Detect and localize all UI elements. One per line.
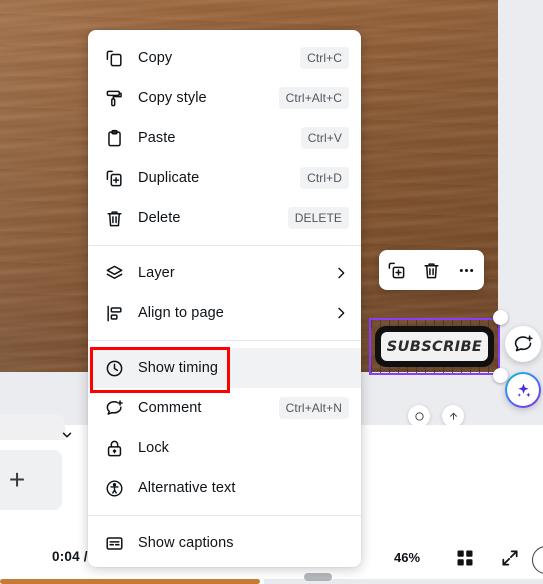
menu-label: Show captions [138,535,234,551]
trash-icon [424,262,439,278]
position-icon [449,412,457,420]
lock-icon [102,436,126,460]
editor-root: SUBSCRIBE + 0:04 / 0:1 46% Copy Ctrl+C C… [0,0,543,584]
menu-item-duplicate[interactable]: Duplicate Ctrl+D [88,158,361,198]
menu-shortcut: Ctrl+Alt+N [278,397,349,419]
element-floating-toolbar [379,250,484,290]
fullscreen-icon[interactable] [500,548,520,568]
resize-handle-bottom-right[interactable] [493,368,508,383]
menu-label: Show timing [138,360,219,376]
clock-icon [102,356,126,380]
menu-item-paste[interactable]: Paste Ctrl+V [88,118,361,158]
duplicate-button[interactable] [383,256,411,284]
magic-sparkle-icon [516,383,531,397]
duplicate-icon [388,262,405,278]
menu-label: Delete [138,210,181,226]
comment-button[interactable] [505,326,541,362]
subscribe-label: SUBSCRIBE [386,338,483,355]
accessibility-icon [102,476,126,500]
menu-label: Paste [138,130,176,146]
clipboard-icon [102,126,126,150]
trash-icon [102,206,126,230]
scrollbar-thumb[interactable] [0,579,260,584]
menu-label: Alternative text [138,480,236,496]
menu-label: Layer [138,265,175,281]
menu-label: Copy style [138,90,207,106]
menu-item-delete[interactable]: Delete DELETE [88,198,361,238]
zoom-level[interactable]: 46% [394,550,420,565]
add-page-label: + [8,464,26,495]
layers-icon [102,261,126,285]
selected-element-subscribe[interactable]: SUBSCRIBE [369,310,508,383]
chevron-right-icon [338,267,345,279]
chevron-right-icon [338,307,345,319]
timeline-tab[interactable] [0,414,65,440]
subscribe-chip-inner: SUBSCRIBE [381,332,488,361]
menu-item-copy-style[interactable]: Copy style Ctrl+Alt+C [88,78,361,118]
menu-separator [88,340,361,341]
captions-icon [102,531,126,555]
more-options-button[interactable] [453,256,481,284]
menu-item-layer[interactable]: Layer [88,253,361,293]
horizontal-scrollbar[interactable] [0,579,543,584]
menu-item-copy[interactable]: Copy Ctrl+C [88,38,361,78]
paint-roller-icon [102,86,126,110]
copy-icon [102,46,126,70]
menu-label: Lock [138,440,170,456]
menu-item-show-captions[interactable]: Show captions [88,523,361,563]
menu-label: Align to page [138,305,224,321]
menu-separator [88,515,361,516]
scrollbar-nub[interactable] [304,573,332,581]
align-icon [102,301,126,325]
animate-button[interactable] [408,405,430,427]
menu-label: Comment [138,400,202,416]
position-button[interactable] [442,405,464,427]
add-page-thumbnail[interactable]: + [0,450,62,510]
menu-label: Duplicate [138,170,200,186]
context-menu: Copy Ctrl+C Copy style Ctrl+Alt+C Paste … [88,30,361,567]
grid-view-icon[interactable] [455,548,475,568]
magic-studio-button[interactable] [505,372,541,408]
menu-item-lock[interactable]: Lock [88,428,361,468]
animate-icon [414,411,424,421]
resize-handle-top-right[interactable] [493,310,508,325]
menu-shortcut: Ctrl+V [300,127,349,149]
more-options-icon [459,268,474,272]
menu-shortcut: DELETE [287,207,349,229]
comment-icon [102,396,126,420]
collapse-chevron-icon[interactable] [60,428,74,442]
delete-button[interactable] [418,256,446,284]
menu-item-comment[interactable]: Comment Ctrl+Alt+N [88,388,361,428]
menu-shortcut: Ctrl+Alt+C [278,87,349,109]
menu-item-show-timing[interactable]: Show timing [88,348,361,388]
menu-item-alternative-text[interactable]: Alternative text [88,468,361,508]
menu-item-align-to-page[interactable]: Align to page [88,293,361,333]
subscribe-chip: SUBSCRIBE [375,326,494,367]
menu-separator [88,245,361,246]
duplicate-icon [102,166,126,190]
menu-shortcut: Ctrl+C [300,47,349,69]
menu-shortcut: Ctrl+D [300,167,349,189]
comment-icon [514,334,533,351]
menu-label: Copy [138,50,173,66]
